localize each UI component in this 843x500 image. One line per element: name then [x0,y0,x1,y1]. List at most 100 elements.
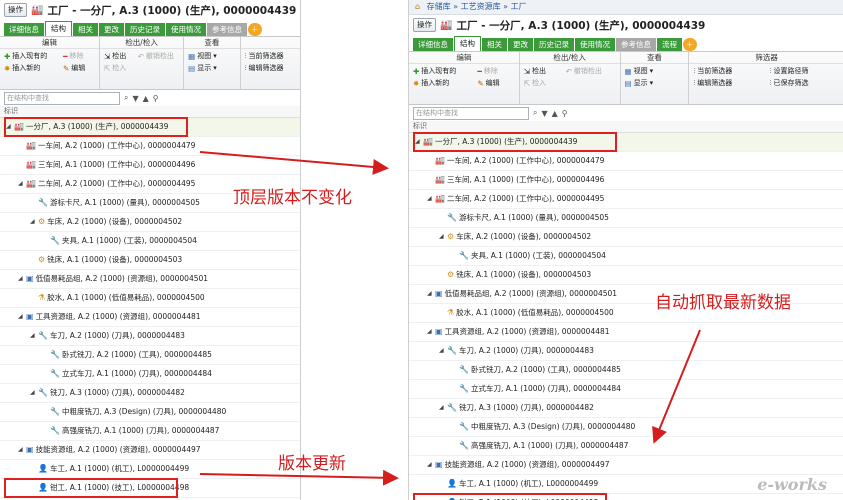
current-filter-button[interactable]: ⫶ 当前筛选器 [245,51,296,61]
checkin-button[interactable]: ⇱ 检入 [104,63,132,73]
breadcrumb-item[interactable]: 工厂 [511,2,527,11]
expand-toggle-icon[interactable]: ◢ [427,285,433,303]
tree-row[interactable]: 👤 车工, A.1 (1000) (机工), L0000004499 [0,460,300,479]
tab-reference[interactable]: 参考信息 [616,38,656,51]
tab-structure[interactable]: 结构 [45,21,72,36]
tab-process[interactable]: 流程 [657,38,682,51]
expand-toggle-icon[interactable]: ◢ [18,308,24,326]
tree-row[interactable]: ◢ ⚙ 车床, A.2 (1000) (设备), 0000004502 [0,213,300,232]
expand-toggle-icon[interactable]: ◢ [427,323,433,341]
expand-toggle-icon[interactable]: ◢ [30,384,36,402]
tree-row[interactable]: 🔧 夹具, A.1 (1000) (工装), 0000004504 [409,247,843,266]
home-icon[interactable]: ⌂ [415,2,420,11]
tab-changes[interactable]: 更改 [508,38,533,51]
insert-existing-button[interactable]: ✚ 插入现有的 [413,66,471,76]
remove-button[interactable]: ━ 移除 [63,51,95,61]
display-dropdown[interactable]: ▤ 显示 ▾ [625,78,685,88]
tree-row[interactable]: 🔧 中粗度铣刀, A.3 (Design) (刀具), 0000004480 [0,403,300,422]
search-icon[interactable]: ⌕ [533,108,537,118]
up-icon[interactable]: ▲ [143,94,149,103]
add-tab-icon[interactable]: ＋ [683,38,697,51]
checkout-button[interactable]: ⇲ 检出 [104,51,132,61]
add-tab-icon[interactable]: ＋ [248,23,262,36]
tree-row[interactable]: ⚙ 铣床, A.1 (1000) (设备), 0000004503 [0,251,300,270]
expand-toggle-icon[interactable]: ◢ [18,270,24,288]
up-icon[interactable]: ▲ [552,109,558,118]
tab-changes[interactable]: 更改 [99,23,124,36]
tree-row[interactable]: ◢ ▣ 工具资源组, A.2 (1000) (资源组), 0000004481 [0,308,300,327]
expand-toggle-icon[interactable]: ◢ [439,399,445,417]
tree-row[interactable]: 🔧 中粗度铣刀, A.3 (Design) (刀具), 0000004480 [409,418,843,437]
expand-toggle-icon[interactable]: ◢ [18,441,24,459]
edit-filter-button[interactable]: ⫶ 编辑筛选器 [245,63,296,73]
expand-toggle-icon[interactable]: ◢ [18,175,24,193]
tree-row[interactable]: ◢ 🔧 铣刀, A.3 (1000) (刀具), 0000004482 [409,399,843,418]
tree-row[interactable]: 🔧 卧式铣刀, A.2 (1000) (工具), 0000004485 [409,361,843,380]
binoculars-icon[interactable]: ⚲ [562,109,568,118]
expand-toggle-icon[interactable]: ◢ [30,213,36,231]
tab-reference[interactable]: 参考信息 [207,23,247,36]
tree-row[interactable]: 🔧 游标卡尺, A.1 (1000) (量具), 0000004505 [409,209,843,228]
tree-row[interactable]: 🔧 高强度铣刀, A.1 (1000) (刀具), 0000004487 [0,422,300,441]
edit-button[interactable]: ✎ 编辑 [477,78,514,88]
checkout-button[interactable]: ⇲ 检出 [524,66,560,76]
filter-icon[interactable]: ▼ [132,94,138,103]
tree-row[interactable]: 🏭 一车间, A.2 (1000) (工作中心), 0000004479 [409,152,843,171]
search-icon[interactable]: ⌕ [124,93,128,103]
saved-filter-button[interactable]: ⫶ 已保存筛选 [770,78,840,88]
expand-toggle-icon[interactable]: ◢ [30,327,36,345]
edit-filter-button[interactable]: ⫶ 编辑筛选器 [693,78,763,88]
binoculars-icon[interactable]: ⚲ [153,94,159,103]
set-path-filter-button[interactable]: ⫶ 设置路径筛 [770,66,840,76]
structure-search-input[interactable]: 在结构中查找 [413,106,529,120]
tree-row[interactable]: ◢ ▣ 低值易耗品组, A.2 (1000) (资源组), 0000004501 [0,270,300,289]
tree-row[interactable]: ◢ ⚙ 车床, A.2 (1000) (设备), 0000004502 [409,228,843,247]
current-filter-button[interactable]: ⫶ 当前筛选器 [693,66,763,76]
tree-row[interactable]: 🏭 三车间, A.1 (1000) (工作中心), 0000004496 [0,156,300,175]
tab-details[interactable]: 详细信息 [413,38,453,51]
tab-related[interactable]: 相关 [73,23,98,36]
expand-toggle-icon[interactable]: ◢ [427,456,433,474]
insert-new-button[interactable]: ✸ 插入新的 [413,78,471,88]
actions-menu-button[interactable]: 操作 [4,3,27,17]
edit-button[interactable]: ✎ 编辑 [63,63,95,73]
tree-row[interactable]: ◢ 🔧 车刀, A.2 (1000) (刀具), 0000004483 [0,327,300,346]
tree-row[interactable]: ◢ 🔧 车刀, A.2 (1000) (刀具), 0000004483 [409,342,843,361]
insert-new-button[interactable]: ✸ 插入新的 [4,63,57,73]
tab-structure[interactable]: 结构 [454,36,481,51]
tree-row[interactable]: ◢ ▣ 技能资源组, A.2 (1000) (资源组), 0000004497 [0,441,300,460]
tab-usage[interactable]: 使用情况 [166,23,206,36]
tree-row[interactable]: 🔧 卧式铣刀, A.2 (1000) (工具), 0000004485 [0,346,300,365]
tab-related[interactable]: 相关 [482,38,507,51]
tree-row[interactable]: ◢ ▣ 工具资源组, A.2 (1000) (资源组), 0000004481 [409,323,843,342]
tab-details[interactable]: 详细信息 [4,23,44,36]
undo-checkout-button[interactable]: ↶ 撤销检出 [566,66,616,76]
tree-row[interactable]: 🔧 夹具, A.1 (1000) (工装), 0000004504 [0,232,300,251]
tree-row[interactable]: ⚙ 铣床, A.1 (1000) (设备), 0000004503 [409,266,843,285]
view-dropdown[interactable]: ▦ 视图 ▾ [625,66,685,76]
tree-row[interactable]: 🏭 一车间, A.2 (1000) (工作中心), 0000004479 [0,137,300,156]
tree-row[interactable]: ◢ 🏭 二车间, A.2 (1000) (工作中心), 0000004495 [409,190,843,209]
remove-button[interactable]: ━ 移除 [477,66,514,76]
structure-search-input[interactable]: 在结构中查找 [4,91,120,105]
tree-row[interactable]: ⚗ 胶水, A.1 (1000) (低值易耗品), 0000004500 [0,289,300,308]
view-dropdown[interactable]: ▦ 视图 ▾ [188,51,235,61]
filter-icon[interactable]: ▼ [541,109,547,118]
checkin-button[interactable]: ⇱ 检入 [524,78,560,88]
breadcrumb-item[interactable]: 工艺资源库 [461,2,501,11]
expand-toggle-icon[interactable]: ◢ [439,342,445,360]
tree-row[interactable]: 🔧 立式车刀, A.1 (1000) (刀具), 0000004484 [0,365,300,384]
expand-toggle-icon[interactable]: ◢ [439,228,445,246]
tree-row[interactable]: 🏭 三车间, A.1 (1000) (工作中心), 0000004496 [409,171,843,190]
tab-history[interactable]: 历史记录 [125,23,165,36]
undo-checkout-button[interactable]: ↶ 撤销检出 [138,51,180,61]
tree-row[interactable]: 🔧 高强度铣刀, A.1 (1000) (刀具), 0000004487 [409,437,843,456]
actions-menu-button[interactable]: 操作 [413,18,436,32]
tree-row[interactable]: ◢ ▣ 技能资源组, A.2 (1000) (资源组), 0000004497 [409,456,843,475]
tree-row[interactable]: ◢ 🔧 铣刀, A.3 (1000) (刀具), 0000004482 [0,384,300,403]
tree-row[interactable]: 🔧 立式车刀, A.1 (1000) (刀具), 0000004484 [409,380,843,399]
expand-toggle-icon[interactable]: ◢ [427,190,433,208]
display-dropdown[interactable]: ▤ 显示 ▾ [188,63,235,73]
breadcrumb-item[interactable]: 存储库 [427,2,451,11]
tab-usage[interactable]: 使用情况 [575,38,615,51]
